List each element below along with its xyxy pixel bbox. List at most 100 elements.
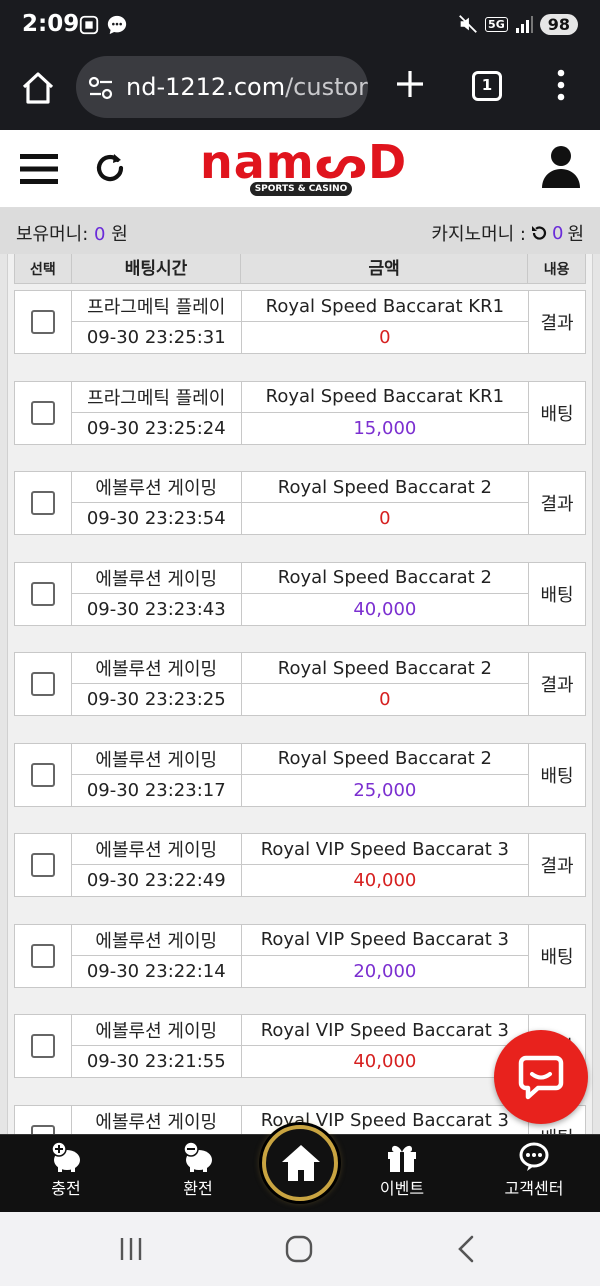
signal-icon — [515, 16, 533, 33]
site-settings-icon[interactable] — [88, 76, 114, 100]
row-amount: 0 — [379, 689, 391, 710]
row-amount-cell: Royal Speed Baccarat 2 0 — [241, 472, 530, 534]
table-row[interactable]: 에볼루션 게이밍 09-30 23:23:54 Royal Speed Baccar… — [14, 471, 586, 535]
recent-apps-icon[interactable] — [116, 1234, 146, 1264]
row-checkbox[interactable] — [30, 491, 55, 515]
table-row[interactable]: 프라그메틱 플레이 09-30 23:25:31 Royal Speed Bacca… — [14, 290, 586, 354]
row-select-cell — [15, 291, 72, 353]
row-result[interactable]: 결과 — [529, 472, 585, 534]
row-result[interactable]: 결과 — [529, 653, 585, 715]
row-checkbox[interactable] — [30, 1034, 55, 1058]
system-home-icon[interactable] — [284, 1234, 314, 1264]
status-bar: 2:09 5G 98 — [0, 0, 600, 52]
row-game-name: Royal Speed Baccarat 2 — [241, 472, 529, 503]
row-time-cell: 에볼루션 게이밍 — [72, 1105, 242, 1134]
nav-event-label: 이벤트 — [379, 1179, 425, 1198]
row-checkbox[interactable] — [30, 310, 55, 334]
row-bet-time: 09-30 23:22:49 — [86, 870, 226, 891]
row-time-cell: 에볼루션 게이밍 09-30 23:22:14 — [71, 924, 242, 987]
row-checkbox[interactable] — [30, 581, 55, 606]
row-amount: 40,000 — [353, 870, 417, 891]
message-icon — [107, 15, 127, 35]
hamburger-menu-icon[interactable] — [20, 152, 58, 186]
row-select-cell — [15, 834, 72, 896]
table-row[interactable]: 에볼루션 게이밍 09-30 23:22:14 Royal VIP Speed Ba… — [14, 923, 586, 988]
row-time-cell: 에볼루션 게이밍 09-30 23:23:54 — [71, 472, 242, 534]
row-amount: 20,000 — [353, 960, 417, 982]
more-options-icon[interactable] — [554, 68, 568, 102]
table-row[interactable]: 에볼루션 게이밍 09-30 23:23:43 Royal Speed Baccar… — [14, 561, 586, 626]
row-bet-time: 09-30 23:23:25 — [86, 689, 226, 710]
row-bet-time: 09-30 23:23:17 — [86, 779, 226, 801]
row-result[interactable]: 결과 — [529, 291, 585, 353]
table-row[interactable]: 에볼루션 게이밍 09-30 23:23:17 Royal Speed Baccar… — [14, 742, 586, 807]
row-checkbox[interactable] — [30, 1124, 55, 1134]
row-checkbox[interactable] — [30, 672, 55, 696]
row-result[interactable]: 배팅 — [529, 925, 585, 987]
row-amount: 40,000 — [353, 598, 417, 620]
row-result[interactable]: 배팅 — [529, 563, 585, 625]
row-checkbox[interactable] — [30, 853, 55, 877]
row-checkbox[interactable] — [30, 943, 55, 968]
table-row[interactable]: 에볼루션 게이밍 09-30 23:22:49 Royal VIP Speed Ba… — [14, 833, 586, 897]
row-amount-cell: Royal Speed Baccarat KR1 15,000 — [241, 381, 530, 444]
row-checkbox[interactable] — [30, 400, 55, 425]
url-bar[interactable]: nd-1212.com/custom — [76, 56, 368, 118]
row-amount: 0 — [379, 508, 391, 529]
row-game-name: Royal Speed Baccarat KR1 — [241, 382, 529, 413]
row-time-cell: 에볼루션 게이밍 09-30 23:23:25 — [71, 653, 242, 715]
exchange-piggy-icon — [183, 1141, 212, 1172]
nav-charge[interactable]: 충전 — [16, 1141, 116, 1199]
row-result[interactable]: 배팅 — [529, 382, 585, 444]
casino-refresh-icon[interactable] — [530, 224, 548, 242]
screenshot-icon — [79, 15, 99, 35]
row-provider: 에볼루션 게이밍 — [71, 925, 241, 956]
right-gutter — [592, 254, 600, 1134]
row-game-name: Royal Speed Baccarat 2 — [241, 653, 529, 684]
table-row[interactable]: 프라그메틱 플레이 09-30 23:25:24 Royal Speed Bacca… — [14, 380, 586, 445]
row-select-cell — [15, 381, 72, 444]
nav-support[interactable]: 고객센터 — [484, 1141, 584, 1199]
row-amount: 0 — [379, 327, 391, 348]
header-amount: 금액 — [241, 254, 529, 283]
row-checkbox[interactable] — [30, 762, 55, 787]
logo-wordmark: namᔕD — [200, 135, 408, 189]
url-text[interactable]: nd-1212.com/custom — [126, 73, 368, 101]
row-provider: 에볼루션 게이밍 — [71, 1015, 241, 1046]
row-amount-cell: Royal Speed Baccarat 2 40,000 — [241, 562, 530, 625]
row-select-cell — [15, 743, 72, 806]
row-amount-cell: Royal Speed Baccarat KR1 0 — [241, 291, 530, 353]
row-result[interactable]: 결과 — [529, 834, 585, 896]
user-account-icon[interactable] — [540, 144, 582, 188]
header-content: 내용 — [543, 262, 570, 278]
chat-bubble-icon — [518, 1055, 564, 1100]
row-amount-cell: Royal VIP Speed Baccarat 3 20,000 — [241, 924, 530, 987]
new-tab-icon[interactable] — [394, 68, 426, 100]
browser-home-icon[interactable] — [20, 70, 56, 106]
casino-money-value: 0 — [551, 222, 564, 244]
table-row[interactable]: 에볼루션 게이밍 09-30 23:23:25 Royal Speed Baccar… — [14, 652, 586, 716]
holding-money: 보유머니: 0 원 — [16, 220, 128, 246]
header-bet-time: 배팅시간 — [72, 254, 242, 283]
refresh-icon[interactable] — [92, 150, 128, 186]
tab-switcher-button[interactable]: 1 — [472, 71, 502, 101]
live-chat-button[interactable] — [494, 1030, 588, 1124]
site-header: namᔕD SPORTS & CASINO — [0, 130, 600, 208]
row-select-cell — [15, 924, 72, 987]
site-logo[interactable]: namᔕD SPORTS & CASINO — [200, 135, 408, 198]
money-bar: 보유머니: 0 원 카지노머니 : 0 원 — [0, 208, 600, 254]
nav-event[interactable]: 이벤트 — [352, 1141, 452, 1199]
home-icon — [282, 1145, 320, 1181]
back-icon[interactable] — [452, 1234, 482, 1264]
row-select-cell — [15, 1015, 72, 1077]
url-path: /custom — [285, 73, 368, 101]
row-provider: 에볼루션 게이밍 — [71, 653, 241, 684]
row-time-cell: 에볼루션 게이밍 09-30 23:22:49 — [71, 834, 242, 896]
row-result[interactable]: 배팅 — [529, 744, 585, 806]
row-provider: 에볼루션 게이밍 — [71, 563, 241, 594]
nav-home-button[interactable] — [262, 1125, 338, 1201]
row-bet-time: 09-30 23:23:54 — [86, 508, 226, 529]
gift-icon — [388, 1145, 416, 1172]
betting-history-content[interactable]: 선택 배팅시간 금액 내용 프라그메틱 플레이 09-30 23:25:31 Roy… — [0, 254, 600, 1134]
nav-exchange[interactable]: 환전 — [148, 1141, 248, 1199]
